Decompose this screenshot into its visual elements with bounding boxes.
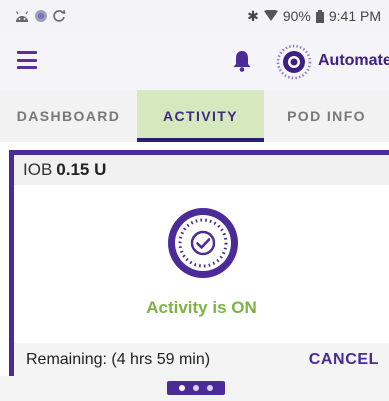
pager-dot-3[interactable]: [207, 385, 213, 391]
hamburger-menu-icon[interactable]: [17, 51, 39, 69]
pager-dot-2[interactable]: [193, 385, 199, 391]
pager-dot-1[interactable]: [179, 385, 185, 391]
automated-mode-icon[interactable]: [276, 44, 312, 80]
activity-card: IOB 0.15 U Activity is ON Remaining: (4 …: [9, 150, 389, 376]
bell-icon[interactable]: [232, 50, 252, 72]
android-icon: [15, 11, 29, 22]
iob-label: IOB: [23, 160, 53, 179]
activity-status-text: Activity is ON: [146, 298, 257, 317]
activity-card-footer: Remaining: (4 hrs 59 min) CANCEL: [14, 343, 389, 376]
status-bar: ✱ 90% 9:41 PM: [0, 0, 389, 32]
status-time: 9:41 PM: [328, 8, 381, 24]
tab-pod-info[interactable]: POD INFO: [264, 90, 389, 142]
page-indicator: [0, 376, 389, 401]
sync-icon: [53, 9, 66, 22]
battery-icon: [315, 9, 324, 23]
notification-dot-icon: [35, 10, 47, 22]
bluetooth-icon: ✱: [247, 8, 259, 24]
cancel-button[interactable]: CANCEL: [309, 351, 379, 369]
tab-bar: DASHBOARD ACTIVITY POD INFO: [0, 90, 389, 142]
battery-percent: 90%: [282, 8, 311, 24]
iob-value: 0.15 U: [56, 160, 107, 179]
iob-row: IOB 0.15 U: [14, 155, 389, 185]
status-icons-left: [14, 9, 66, 23]
remaining-time: Remaining: (4 hrs 59 min): [26, 350, 211, 368]
pager-dots[interactable]: [167, 381, 225, 395]
status-icons-right: ✱ 90% 9:41 PM: [247, 9, 381, 23]
app-bar: Automated: [0, 32, 389, 90]
activity-check-icon: [168, 208, 238, 278]
mode-label[interactable]: Automated: [318, 52, 389, 70]
tab-dashboard[interactable]: DASHBOARD: [0, 90, 137, 142]
tab-activity[interactable]: ACTIVITY: [137, 90, 264, 142]
wifi-icon: [263, 10, 278, 21]
